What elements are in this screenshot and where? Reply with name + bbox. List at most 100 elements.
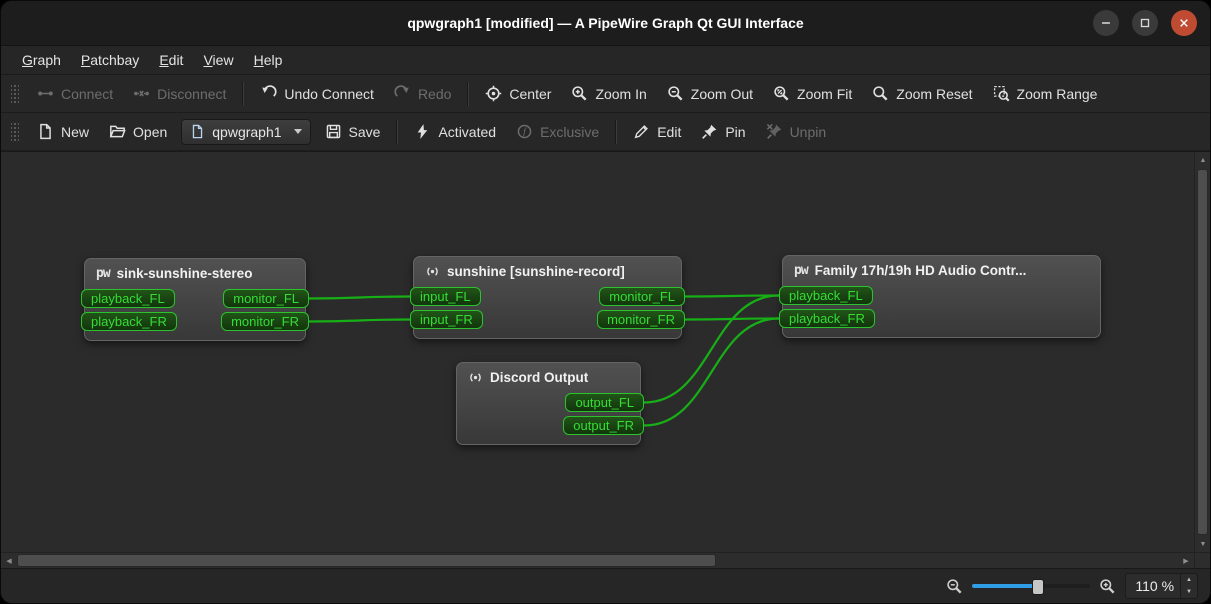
connection-wire[interactable]: [685, 296, 779, 297]
statusbar: 110 % ▲ ▼: [1, 568, 1210, 603]
toolbar-handle[interactable]: [11, 121, 19, 143]
zoom-out-button[interactable]: Zoom Out: [657, 80, 763, 107]
scroll-down-arrow[interactable]: ▼: [1195, 536, 1211, 552]
node-title: Family 17h/19h HD Audio Contr...: [815, 263, 1027, 278]
exclusive-toggle[interactable]: Exclusive: [506, 118, 609, 145]
undo-connect-label: Undo Connect: [284, 86, 374, 102]
port-monitor-fr[interactable]: monitor_FR: [221, 312, 309, 331]
zoom-in-icon[interactable]: [1099, 578, 1116, 595]
menu-view[interactable]: View: [194, 49, 242, 71]
activated-toggle[interactable]: Activated: [404, 118, 506, 145]
connect-button[interactable]: Connect: [27, 80, 123, 107]
save-icon: [325, 123, 342, 140]
port-playback-fr[interactable]: playback_FR: [81, 312, 177, 331]
vertical-scroll-thumb[interactable]: [1197, 169, 1208, 535]
port-playback-fl[interactable]: playback_FL: [779, 286, 873, 305]
menu-edit[interactable]: Edit: [150, 49, 192, 71]
minimize-button[interactable]: [1093, 10, 1119, 36]
unpin-icon: [766, 123, 783, 140]
menu-graph[interactable]: Graph: [13, 49, 70, 71]
open-label: Open: [133, 124, 167, 140]
undo-connect-button[interactable]: Undo Connect: [250, 80, 384, 107]
unpin-label: Unpin: [790, 124, 827, 140]
exclusive-label: Exclusive: [540, 124, 599, 140]
port-monitor-fl[interactable]: monitor_FL: [223, 289, 309, 308]
horizontal-scrollbar[interactable]: ◀ ▶: [1, 552, 1194, 568]
horizontal-scroll-track[interactable]: [17, 553, 1178, 568]
zoom-in-label: Zoom In: [595, 86, 646, 102]
zoom-reset-button[interactable]: Zoom Reset: [862, 80, 982, 107]
node-discord-output[interactable]: Discord Output output_FL output_FR: [456, 362, 641, 445]
zoom-out-label: Zoom Out: [691, 86, 753, 102]
scroll-right-arrow[interactable]: ▶: [1178, 553, 1194, 569]
node-sink-sunshine-stereo[interactable]: pw sink-sunshine-stereo playback_FL moni…: [84, 258, 306, 341]
scroll-up-arrow[interactable]: ▲: [1195, 152, 1211, 168]
close-button[interactable]: [1171, 10, 1197, 36]
zoom-spinbox[interactable]: 110 % ▲ ▼: [1125, 573, 1198, 600]
redo-label: Redo: [418, 86, 451, 102]
undo-icon: [260, 85, 277, 102]
port-playback-fl[interactable]: playback_FL: [81, 289, 175, 308]
zoom-reset-icon: [872, 85, 889, 102]
node-family-hd-audio[interactable]: pw Family 17h/19h HD Audio Contr... play…: [782, 255, 1101, 338]
zoom-fit-button[interactable]: Zoom Fit: [763, 80, 862, 107]
port-output-fr[interactable]: output_FR: [563, 416, 644, 435]
window-controls: [1093, 10, 1197, 36]
patchbay-select[interactable]: qpwgraph1: [181, 119, 310, 145]
open-folder-icon: [109, 123, 126, 140]
maximize-icon: [1138, 16, 1152, 30]
app-window: qpwgraph1 [modified] — A PipeWire Graph …: [0, 0, 1211, 604]
port-input-fl[interactable]: input_FL: [410, 287, 481, 306]
window-title: qpwgraph1 [modified] — A PipeWire Graph …: [407, 15, 803, 31]
zoom-out-icon: [667, 85, 684, 102]
port-playback-fr[interactable]: playback_FR: [779, 309, 875, 328]
pencil-icon: [633, 123, 650, 140]
port-monitor-fl[interactable]: monitor_FL: [599, 287, 685, 306]
redo-button[interactable]: Redo: [384, 80, 461, 107]
titlebar[interactable]: qpwgraph1 [modified] — A PipeWire Graph …: [1, 1, 1210, 46]
zoom-range-label: Zoom Range: [1017, 86, 1098, 102]
zoom-value[interactable]: 110 %: [1126, 574, 1180, 599]
spin-up-arrow[interactable]: ▲: [1181, 574, 1197, 586]
disconnect-icon: [133, 85, 150, 102]
node-sunshine[interactable]: sunshine [sunshine-record] input_FL moni…: [413, 256, 682, 339]
toolbar-handle[interactable]: [11, 83, 19, 105]
pin-button[interactable]: Pin: [691, 118, 755, 145]
patchbay-file-icon: [190, 124, 205, 139]
connect-icon: [37, 85, 54, 102]
menu-patchbay[interactable]: Patchbay: [72, 49, 148, 71]
zoom-fit-label: Zoom Fit: [797, 86, 852, 102]
spin-down-arrow[interactable]: ▼: [1181, 586, 1197, 598]
zoom-in-button[interactable]: Zoom In: [561, 80, 656, 107]
connection-wire[interactable]: [309, 297, 410, 299]
port-monitor-fr[interactable]: monitor_FR: [597, 310, 685, 329]
port-input-fr[interactable]: input_FR: [410, 310, 483, 329]
scroll-left-arrow[interactable]: ◀: [1, 553, 17, 569]
new-file-icon: [37, 123, 54, 140]
zoom-slider[interactable]: [972, 577, 1090, 595]
zoom-slider-handle[interactable]: [1032, 579, 1044, 595]
connection-wire[interactable]: [309, 320, 410, 322]
open-button[interactable]: Open: [99, 118, 177, 145]
pin-label: Pin: [725, 124, 745, 140]
new-button[interactable]: New: [27, 118, 99, 145]
connection-wire[interactable]: [685, 319, 779, 320]
disconnect-button[interactable]: Disconnect: [123, 80, 236, 107]
horizontal-scroll-thumb[interactable]: [17, 554, 716, 567]
new-label: New: [61, 124, 89, 140]
zoom-out-icon[interactable]: [946, 578, 963, 595]
zoom-range-button[interactable]: Zoom Range: [983, 80, 1108, 107]
connections-layer: [1, 152, 1194, 552]
vertical-scrollbar[interactable]: ▲ ▼: [1194, 152, 1210, 552]
graph-canvas[interactable]: pw sink-sunshine-stereo playback_FL moni…: [1, 152, 1194, 552]
save-button[interactable]: Save: [315, 118, 391, 145]
center-button[interactable]: Center: [475, 80, 561, 107]
maximize-button[interactable]: [1132, 10, 1158, 36]
menu-help[interactable]: Help: [245, 49, 292, 71]
spinbox-arrows: ▲ ▼: [1180, 574, 1197, 599]
unpin-button[interactable]: Unpin: [756, 118, 837, 145]
port-output-fl[interactable]: output_FL: [565, 393, 644, 412]
edit-toggle[interactable]: Edit: [623, 118, 691, 145]
exclusive-icon: [516, 123, 533, 140]
toolbar-separator: [467, 82, 469, 106]
